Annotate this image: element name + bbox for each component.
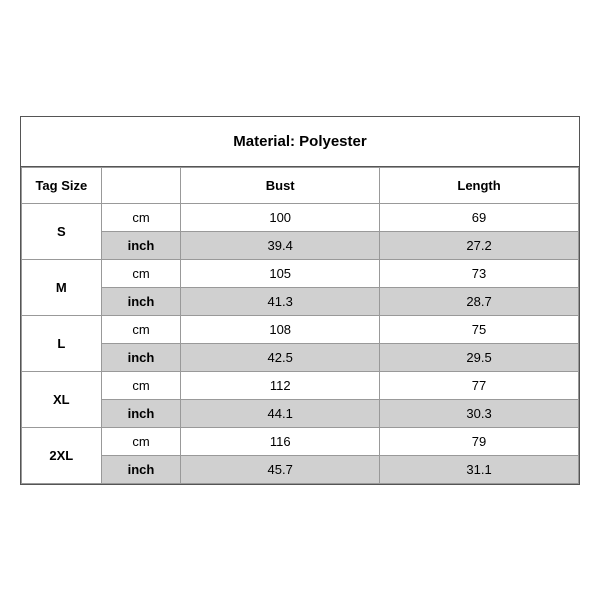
unit-label-inch: inch (101, 399, 181, 427)
bust-cm-value: 105 (181, 259, 380, 287)
tag-size-cell: XL (22, 371, 102, 427)
table-row: inch42.529.5 (22, 343, 579, 371)
table-row: inch45.731.1 (22, 455, 579, 483)
length-cm-value: 77 (380, 371, 579, 399)
length-inch-value: 27.2 (380, 231, 579, 259)
unit-label-inch: inch (101, 343, 181, 371)
length-cm-value: 79 (380, 427, 579, 455)
table-row: 2XLcm11679 (22, 427, 579, 455)
table-row: inch44.130.3 (22, 399, 579, 427)
tag-size-header: Tag Size (22, 167, 102, 203)
length-cm-value: 73 (380, 259, 579, 287)
length-inch-value: 30.3 (380, 399, 579, 427)
length-cm-value: 69 (380, 203, 579, 231)
unit-label-inch: inch (101, 287, 181, 315)
table-row: Lcm10875 (22, 315, 579, 343)
table-row: Scm10069 (22, 203, 579, 231)
length-inch-value: 31.1 (380, 455, 579, 483)
tag-size-cell: M (22, 259, 102, 315)
table-row: Mcm10573 (22, 259, 579, 287)
bust-inch-value: 42.5 (181, 343, 380, 371)
length-cm-value: 75 (380, 315, 579, 343)
tag-size-cell: S (22, 203, 102, 259)
bust-header: Bust (181, 167, 380, 203)
table-row: XLcm11277 (22, 371, 579, 399)
bust-cm-value: 100 (181, 203, 380, 231)
bust-cm-value: 116 (181, 427, 380, 455)
length-inch-value: 28.7 (380, 287, 579, 315)
tag-size-cell: 2XL (22, 427, 102, 483)
size-chart-container: Material: Polyester Tag Size Bust Length… (20, 116, 580, 485)
unit-label-cm: cm (101, 315, 181, 343)
unit-label-cm: cm (101, 371, 181, 399)
bust-inch-value: 45.7 (181, 455, 380, 483)
bust-inch-value: 44.1 (181, 399, 380, 427)
bust-inch-value: 41.3 (181, 287, 380, 315)
bust-cm-value: 112 (181, 371, 380, 399)
unit-header (101, 167, 181, 203)
length-header: Length (380, 167, 579, 203)
chart-title: Material: Polyester (21, 117, 579, 167)
unit-label-cm: cm (101, 259, 181, 287)
length-inch-value: 29.5 (380, 343, 579, 371)
table-row: inch39.427.2 (22, 231, 579, 259)
unit-label-cm: cm (101, 203, 181, 231)
bust-cm-value: 108 (181, 315, 380, 343)
table-row: inch41.328.7 (22, 287, 579, 315)
unit-label-inch: inch (101, 231, 181, 259)
bust-inch-value: 39.4 (181, 231, 380, 259)
unit-label-cm: cm (101, 427, 181, 455)
unit-label-inch: inch (101, 455, 181, 483)
size-table: Tag Size Bust Length Scm10069inch39.427.… (21, 167, 579, 484)
tag-size-cell: L (22, 315, 102, 371)
